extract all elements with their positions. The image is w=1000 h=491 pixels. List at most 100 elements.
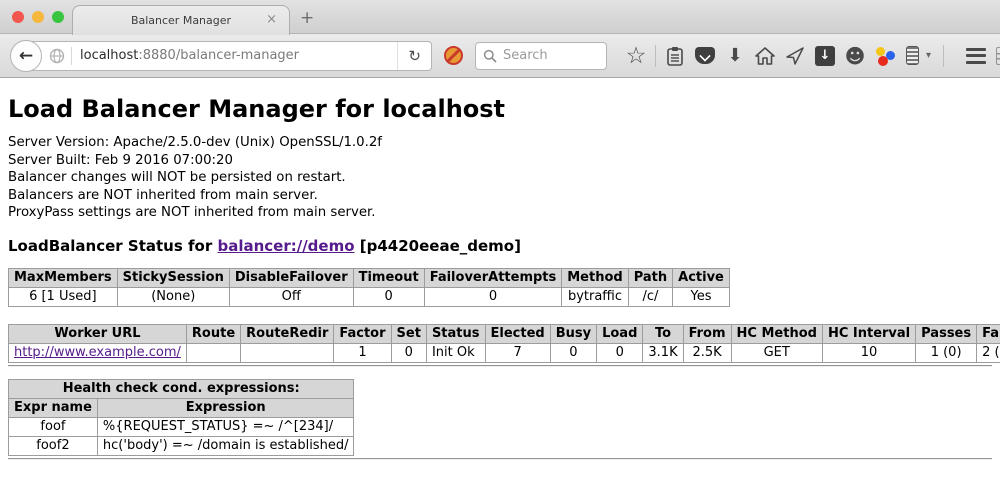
back-button[interactable]: ← [10,40,42,72]
cell-expression: hc('body') =~ /domain is established/ [97,436,354,455]
cell-status: Init Ok [426,343,485,362]
table-row: 6 [1 Used] (None) Off 0 0 bytraffic /c/ … [9,287,730,306]
info-line: ProxyPass settings are NOT inherited fro… [8,204,992,222]
cell-factor: 1 [334,343,391,362]
browser-titlebar: Balancer Manager × + [0,0,1000,34]
content-blocked-icon[interactable] [444,46,463,65]
cell-expr-name: foof [9,417,98,436]
bookmark-star-icon[interactable]: ☆ [621,46,651,66]
cell-routeredir [241,343,334,362]
table-row: foof2 hc('body') =~ /domain is establish… [9,436,354,455]
cell-expr-name: foof2 [9,436,98,455]
cell-set: 0 [391,343,426,362]
cell-hc-interval: 10 [822,343,915,362]
pocket-icon[interactable] [690,47,720,64]
minimize-window-button[interactable] [32,11,44,23]
tab-title: Balancer Manager [131,14,231,27]
url-divider [71,47,72,65]
grid-panel-icon[interactable] [996,47,1000,65]
col-maxmembers: MaxMembers [9,268,118,287]
toolbar-caret-icon[interactable]: ▾ [926,50,931,61]
balancer-demo-link[interactable]: balancer://demo [217,237,354,255]
col-set: Set [391,324,426,343]
page-content: Load Balancer Manager for localhost Serv… [0,95,1000,460]
col-expression: Expression [97,398,354,417]
divider-rule [8,365,992,367]
col-load: Load [597,324,643,343]
col-hc-interval: HC Interval [822,324,915,343]
downloads-icon[interactable]: ⬇ [720,47,750,65]
cell-expression: %{REQUEST_STATUS} =~ /^[234]/ [97,417,354,436]
col-stickysession: StickySession [117,268,229,287]
cell-path: /c/ [628,287,672,306]
col-failoverattempts: FailoverAttempts [424,268,562,287]
menu-hamburger-icon[interactable] [966,48,986,64]
col-busy: Busy [550,324,596,343]
cell-active: Yes [673,287,730,306]
cell-load: 0 [597,343,643,362]
cell-timeout: 0 [353,287,424,306]
table-title-row: Health check cond. expressions: [9,379,354,398]
url-bar[interactable]: localhost:8880/balancer-manager ↻ [26,41,432,71]
feedback-smiley-icon[interactable]: ☻ [840,46,870,66]
new-tab-button[interactable]: + [300,8,314,28]
col-elected: Elected [485,324,550,343]
server-info: Server Version: Apache/2.5.0-dev (Unix) … [8,134,992,222]
toolbar-icons: ☆ ⬇ ↓ ☻ ▾ [621,45,1000,67]
clipboard-icon[interactable] [660,46,690,66]
col-status: Status [426,324,485,343]
col-routeredir: RouteRedir [241,324,334,343]
col-active: Active [673,268,730,287]
cell-fails: 2 (0) [977,343,1000,362]
col-path: Path [628,268,672,287]
hc-table-title: Health check cond. expressions: [9,379,354,398]
home-icon[interactable] [750,47,780,65]
table-header-row: Worker URL Route RouteRedir Factor Set S… [9,324,1000,343]
browser-tab[interactable]: Balancer Manager × [72,5,290,35]
status-prefix: LoadBalancer Status for [8,237,217,255]
table-header-row: MaxMembers StickySession DisableFailover… [9,268,730,287]
cell-elected: 7 [485,343,550,362]
cell-stickysession: (None) [117,287,229,306]
reload-icon[interactable]: ↻ [397,42,431,70]
col-route: Route [186,324,240,343]
cell-method: bytraffic [562,287,628,306]
col-hc-method: HC Method [731,324,822,343]
toolbar-divider [943,45,944,67]
col-disablefailover: DisableFailover [229,268,353,287]
col-fails: Fails [977,324,1000,343]
colored-dots-extension-icon[interactable] [870,46,900,66]
back-arrow-icon: ← [19,46,33,66]
cell-route [186,343,240,362]
send-plane-icon[interactable] [780,46,810,66]
worker-url-link[interactable]: http://www.example.com/ [14,345,181,360]
page-title: Load Balancer Manager for localhost [8,95,992,123]
bottom-rule [8,458,992,460]
traffic-lights [12,11,64,23]
battery-extension-icon[interactable] [900,46,924,65]
download-box-icon[interactable]: ↓ [810,46,840,66]
col-worker-url: Worker URL [9,324,187,343]
cell-hc-method: GET [731,343,822,362]
url-text[interactable]: localhost:8880/balancer-manager [80,48,397,63]
col-expr-name: Expr name [9,398,98,417]
cell-worker-url: http://www.example.com/ [9,343,187,362]
url-path: :8880/balancer-manager [138,48,299,63]
cell-failoverattempts: 0 [424,287,562,306]
info-line: Server Built: Feb 9 2016 07:00:20 [8,152,992,170]
health-check-table: Health check cond. expressions: Expr nam… [8,379,354,456]
tab-close-icon[interactable]: × [266,13,277,27]
browser-navbar: ← localhost:8880/balancer-manager ↻ Sear… [0,34,1000,78]
search-icon [483,49,497,63]
cell-from: 2.5K [683,343,731,362]
table-row: http://www.example.com/ 1 0 Init Ok 7 0 … [9,343,1000,362]
zoom-window-button[interactable] [52,11,64,23]
balancer-summary-table: MaxMembers StickySession DisableFailover… [8,268,730,307]
search-bar[interactable]: Search [475,42,607,70]
globe-icon [49,48,65,64]
close-window-button[interactable] [12,11,24,23]
cell-disablefailover: Off [229,287,353,306]
balancer-status-heading: LoadBalancer Status for balancer://demo … [8,237,992,255]
info-line: Balancers are NOT inherited from main se… [8,187,992,205]
col-method: Method [562,268,628,287]
